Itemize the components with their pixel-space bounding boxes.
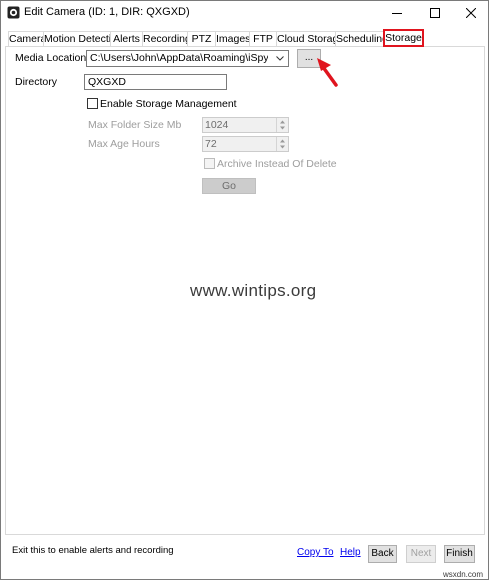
directory-input[interactable]: QXGXD	[84, 74, 227, 90]
tab-recording[interactable]: Recording	[142, 31, 191, 46]
copy-to-link[interactable]: Copy To	[297, 547, 334, 558]
finish-button[interactable]: Finish	[444, 545, 475, 563]
max-age-hours-value: 72	[205, 138, 217, 150]
go-button[interactable]: Go	[202, 178, 256, 194]
tab-images[interactable]: Images	[215, 31, 250, 46]
tab-cloud-storage[interactable]: Cloud Storage	[276, 31, 344, 46]
media-location-value: C:\Users\John\AppData\Roaming\iSpy\WebSe…	[90, 52, 268, 64]
window-title: Edit Camera (ID: 1, DIR: QXGXD)	[24, 6, 190, 18]
max-folder-size-value: 1024	[205, 119, 229, 131]
tab-bar: Camera Motion Detection Alerts Recording…	[5, 29, 485, 47]
maximize-icon	[429, 8, 440, 18]
back-button[interactable]: Back	[368, 545, 397, 563]
tab-motion-detection[interactable]: Motion Detection	[43, 31, 123, 46]
enable-storage-label: Enable Storage Management	[100, 98, 237, 110]
directory-label: Directory	[15, 76, 58, 88]
spin-arrows-icon	[276, 137, 288, 151]
enable-storage-checkbox[interactable]	[87, 98, 98, 109]
status-text: Exit this to enable alerts and recording	[12, 545, 174, 556]
archive-checkbox[interactable]	[204, 158, 215, 169]
media-location-label: Media Location	[15, 52, 87, 64]
red-pointer-arrow-icon	[317, 58, 338, 87]
close-icon	[465, 8, 476, 18]
close-window-button[interactable]	[452, 1, 489, 25]
tab-alerts[interactable]: Alerts	[110, 31, 143, 46]
max-folder-size-label: Max Folder Size Mb	[88, 119, 182, 131]
spin-arrows-icon	[276, 118, 288, 132]
media-location-dropdown[interactable]: C:\Users\John\AppData\Roaming\iSpy\WebSe…	[86, 50, 289, 67]
maximize-button[interactable]	[416, 1, 453, 25]
title-bar[interactable]: Edit Camera (ID: 1, DIR: QXGXD)	[1, 1, 488, 25]
max-age-hours-stepper[interactable]: 72	[202, 136, 289, 152]
app-camera-icon	[7, 6, 20, 19]
credit-watermark: wsxdn.com	[443, 570, 484, 579]
max-folder-size-stepper[interactable]: 1024	[202, 117, 289, 133]
tab-camera[interactable]: Camera	[8, 31, 46, 46]
tab-scheduling[interactable]: Scheduling	[335, 31, 388, 46]
archive-label: Archive Instead Of Delete	[217, 158, 337, 170]
help-link[interactable]: Help	[340, 547, 361, 558]
minimize-icon	[391, 13, 402, 14]
max-age-hours-label: Max Age Hours	[88, 138, 160, 150]
next-button[interactable]: Next	[406, 545, 436, 563]
watermark-text: www.wintips.org	[190, 281, 317, 300]
chevron-down-icon	[272, 51, 288, 66]
tab-ftp[interactable]: FTP	[249, 31, 277, 46]
minimize-button[interactable]	[378, 1, 415, 25]
tab-storage[interactable]: Storage	[383, 29, 424, 47]
edit-camera-window: Edit Camera (ID: 1, DIR: QXGXD) Camera M…	[0, 0, 489, 580]
tab-ptz[interactable]: PTZ	[187, 31, 216, 46]
